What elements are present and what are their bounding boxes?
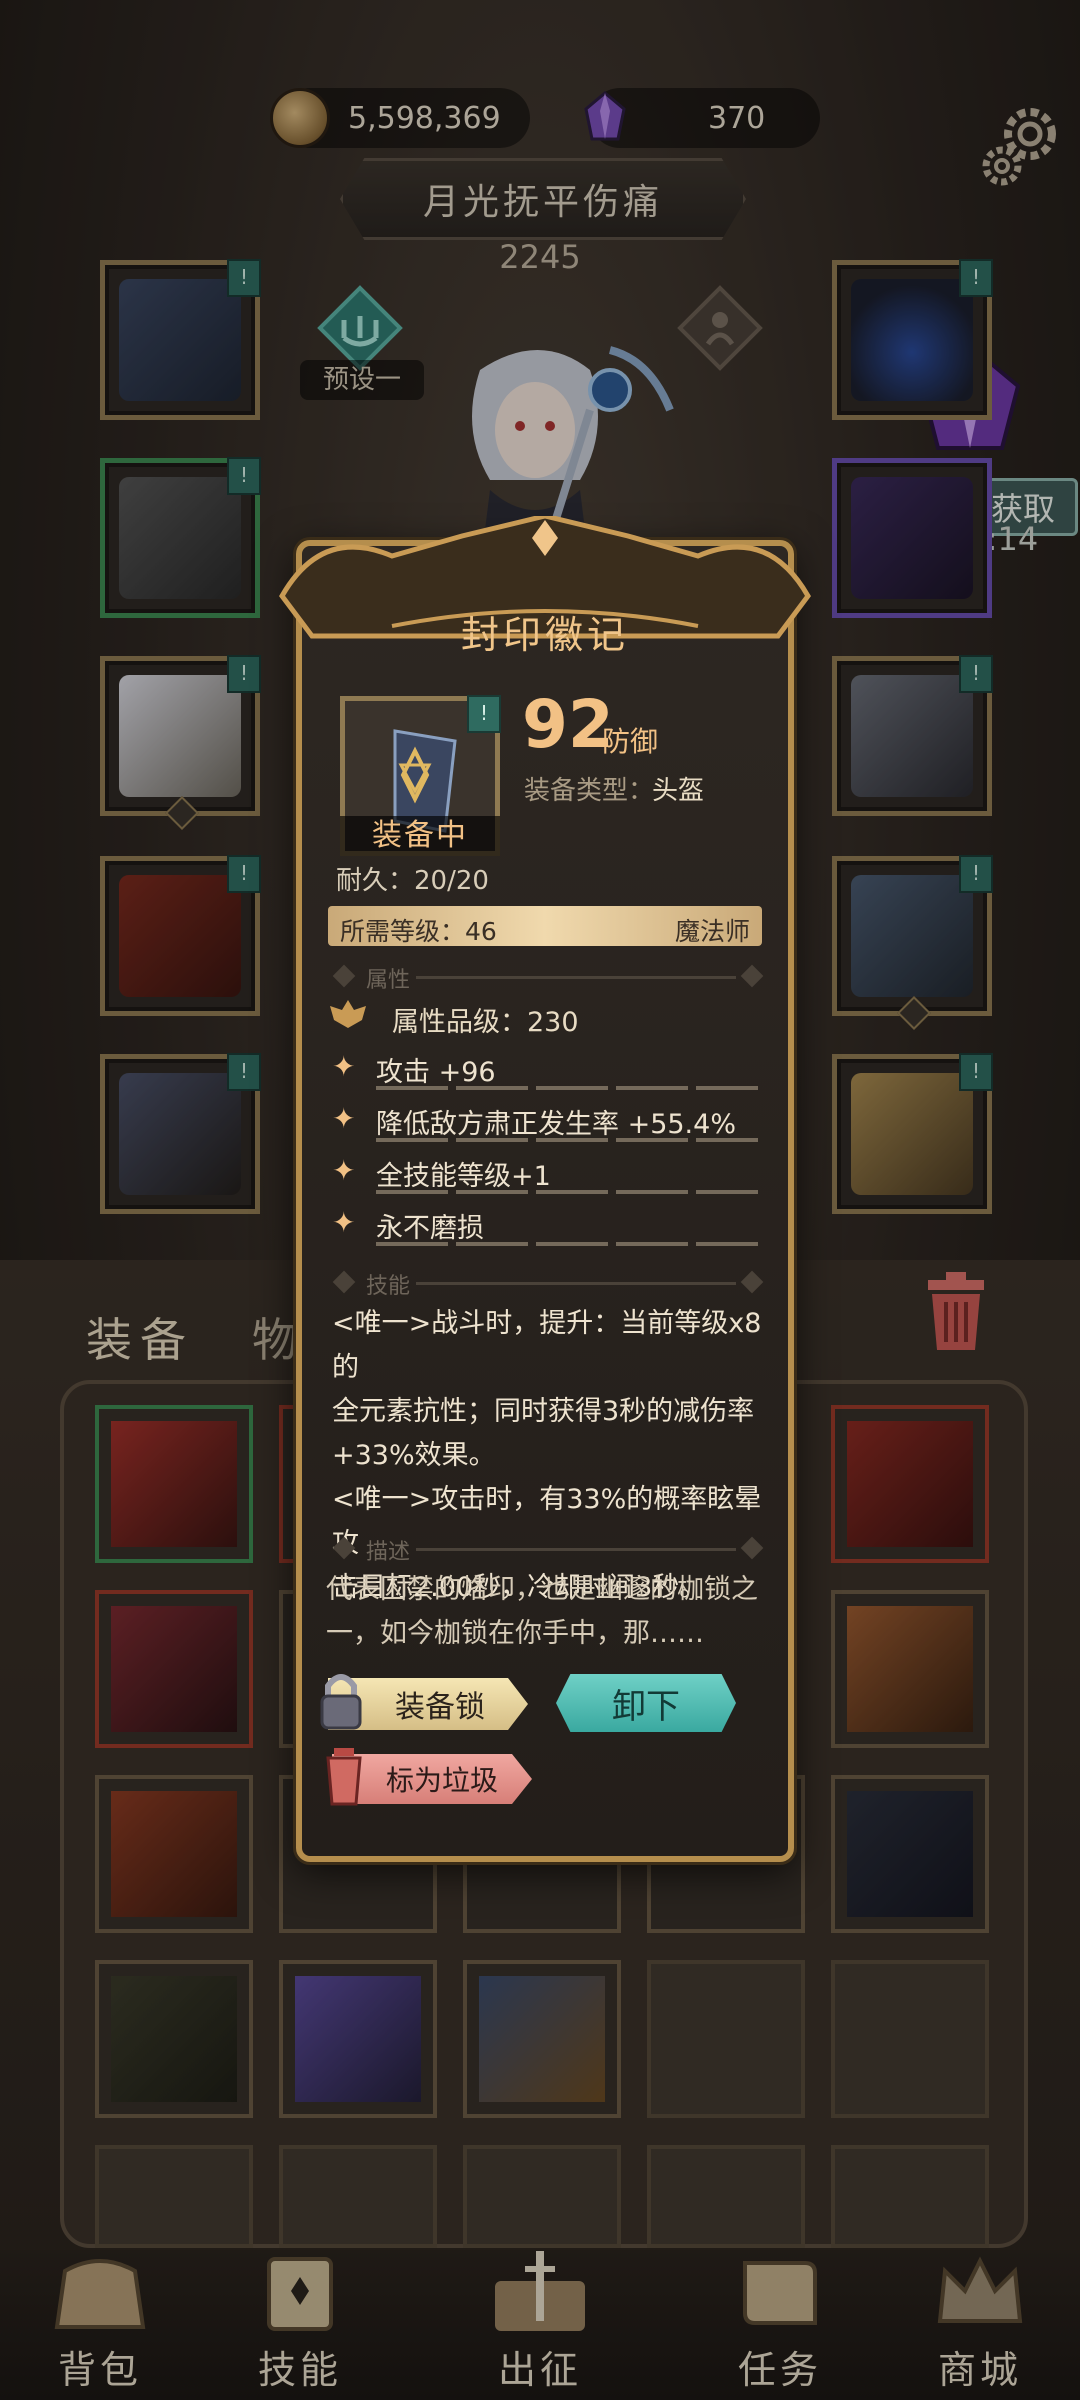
flavor-line: 一，如今枷锁在你手中，那…… [326, 1618, 704, 1649]
equipped-label: 装备中 [340, 816, 500, 856]
section-skills-label: 技能 [366, 1274, 411, 1299]
attribute-text: 全技能等级+1 [376, 1161, 551, 1192]
defense-value: 92 [522, 686, 614, 763]
required-level: 所需等级：46 [340, 917, 497, 946]
unequip-label: 卸下 [612, 1686, 680, 1727]
required-class: 魔法师 [674, 917, 750, 946]
attribute-text: 永不磨损 [376, 1213, 484, 1244]
item-type-label: 装备类型： [524, 776, 655, 806]
attribute-grade: 属性品级：230 [392, 1007, 579, 1038]
mark-as-trash-label: 标为垃圾 [385, 1764, 498, 1797]
sparkle-icon: ✦ [332, 1102, 356, 1135]
section-description-label: 描述 [366, 1540, 411, 1565]
attribute-row: ✦ 降低敌方肃正发生率 +55.4% [332, 1098, 772, 1142]
item-detail-popup: 封印徽记 ! 装备中 92 防御 装备类型： 头盔 耐久：20/20 所需等级：… [279, 516, 811, 1862]
equipped-tag: ! [467, 695, 501, 733]
section-description: 描述 [326, 1534, 766, 1565]
trash-lantern-icon [326, 1748, 362, 1806]
section-skills: 技能 [326, 1268, 766, 1299]
defense-label: 防御 [602, 725, 659, 758]
section-attributes: 属性 [326, 962, 766, 993]
flavor-line: 代表囚禁的烙印，也是幽邃的枷锁之 [326, 1574, 758, 1605]
attribute-text: 降低敌方肃正发生率 +55.4% [376, 1109, 736, 1140]
padlock-icon [320, 1674, 362, 1730]
flavor-text: 代表囚禁的烙印，也是幽邃的枷锁之 一，如今枷锁在你手中，那…… [326, 1568, 766, 1656]
skill-line: <唯一>战斗时，提升：当前等级x8的 [332, 1308, 762, 1383]
attribute-row: ✦ 攻击 +96 [332, 1046, 772, 1090]
skill-line: 全元素抗性；同时获得3秒的减伤率 [332, 1396, 755, 1427]
section-attributes-label: 属性 [366, 968, 411, 993]
item-name: 封印徽记 [460, 613, 629, 657]
attribute-text: 攻击 +96 [376, 1057, 496, 1088]
item-type-value: 头盔 [652, 776, 705, 806]
unequip-button[interactable]: 卸下 [556, 1674, 736, 1732]
attribute-row: ✦ 全技能等级+1 [332, 1150, 772, 1194]
grade-crest-icon [330, 1000, 366, 1028]
sparkle-icon: ✦ [332, 1050, 356, 1083]
attribute-row: ✦ 永不磨损 [332, 1202, 772, 1246]
equipment-lock-label: 装备锁 [395, 1690, 485, 1725]
skill-line: +33%效果。 [332, 1440, 496, 1471]
sparkle-icon: ✦ [332, 1206, 356, 1239]
sparkle-icon: ✦ [332, 1154, 356, 1187]
durability: 耐久：20/20 [336, 866, 489, 896]
